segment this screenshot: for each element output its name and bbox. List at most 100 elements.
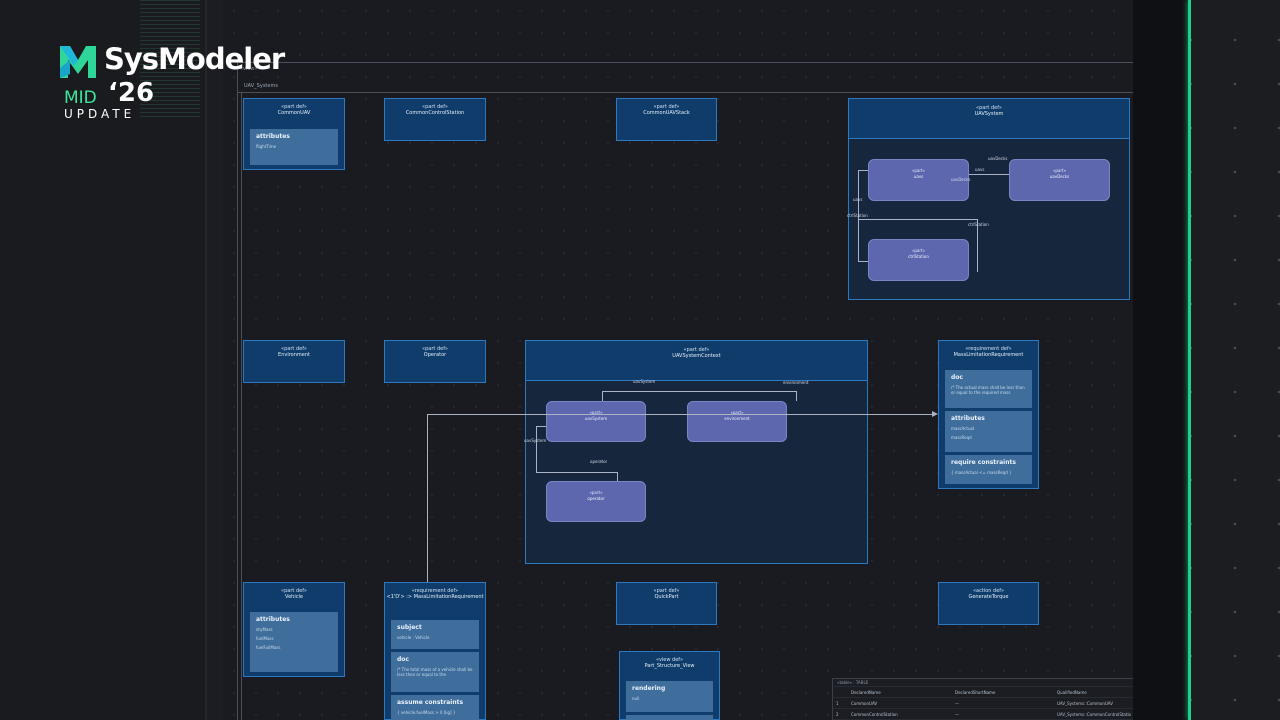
rendering-compartment[interactable]: rendering null [626,681,713,712]
table-cell: 1 [836,700,839,706]
block-environment[interactable]: «part def» Environment [243,340,345,383]
compartment-title: doc [951,374,963,381]
connector-system-environment[interactable] [602,391,797,401]
attribute-line: massReqd [951,435,972,440]
block-name: MassLimitationRequirement [953,352,1024,358]
block-name: Part_Structure_View [644,663,695,669]
compartment-title: require constraints [951,459,1016,466]
compartment-footer [626,715,713,720]
attribute-line: fuelFullMass [256,645,281,650]
compartment-title: attributes [256,133,290,140]
block-header: «part def» UAVSystem [849,99,1129,139]
table-cell: CommonControlStation [851,711,898,717]
table-header: DeclaredName [851,689,881,695]
connector-ctrl-loop[interactable] [858,219,978,272]
dependency-arrow[interactable] [427,414,934,584]
block-part-structure-view[interactable]: «view def» Part_Structure_View rendering… [619,651,720,720]
attributes-compartment[interactable]: attributes dryMass fuelMass fuelFullMass [250,612,338,672]
rendering-line: null [632,696,640,701]
part-stereotype: «part» [911,168,926,173]
constraint-text: { massActual <= massReqd } [951,470,1012,475]
attributes-compartment[interactable]: attributes flightTime [250,129,338,165]
block-mass-requirement[interactable]: «requirement def» MassLimitationRequirem… [938,340,1039,489]
connector-label: ctrlStation [847,213,868,218]
block-common-uav-stack[interactable]: «part def» CommonUAVStack [616,98,717,141]
right-dark-strip [1133,0,1190,720]
block-name: CommonControlStation [405,110,465,116]
table-cell: — [955,711,959,717]
connector-label: ctrlStation [968,222,989,227]
connector-label: uavSystem [633,379,656,384]
connector-label: uavs [975,167,985,172]
logo-wordmark: SysModeler [104,42,285,76]
attribute-line: massActual [951,426,975,431]
logo-year: ‘26 [108,78,155,108]
table-header: QualifiedName [1057,689,1087,695]
connector-label: uavs [853,197,863,202]
compartment-title: doc [397,656,409,663]
block-name: <1'D'> :> MassLimitationRequirement [386,594,484,600]
table-tag: «table» : TABLE [837,680,869,685]
compartment-title: attributes [951,415,985,422]
doc-compartment[interactable]: doc /* The total mass of a vehicle shall… [391,652,479,692]
constraints-compartment[interactable]: require constraints { massActual <= mass… [945,455,1032,484]
block-header: «part def» UAVSystemContext [526,341,867,381]
block-name: GenerateTorque [968,594,1009,600]
table-cell: — [955,700,959,706]
block-quick-part[interactable]: «part def» QuickPart [616,582,717,625]
attributes-compartment[interactable]: attributes massActual massReqd [945,411,1032,452]
attribute-line: dryMass [256,627,273,632]
package-frame-left [241,92,242,720]
block-name: QuickPart [654,594,679,600]
table-tag-row: «table» : TABLE [833,679,1133,687]
view-frame-top [237,62,1133,63]
connector-label: environment [783,380,809,385]
attribute-line: fuelMass [256,636,274,641]
table-view[interactable]: «table» : TABLE DeclaredName DeclaredSho… [832,678,1133,720]
constraint-text: { vehicle.fuelMass > 0 [kg] } [397,710,456,715]
table-cell: UAV_Systems::CommonControlStatio [1057,711,1131,717]
assume-compartment[interactable]: assume constraints { vehicle.fuelMass > … [391,695,479,720]
attribute-line: flightTime [256,144,277,149]
table-header-row: DeclaredName DeclaredShortName Qualified… [833,687,1133,698]
table-cell: CommonUAV [851,700,878,706]
compartment-title: rendering [632,685,666,692]
block-name: CommonUAVStack [643,110,690,116]
sysmodeler-logo: SysModeler MID ‘26 UPDATE [56,40,285,130]
block-common-control-station[interactable]: «part def» CommonControlStation [384,98,486,141]
block-name: Operator [423,352,447,358]
table-row[interactable]: 2 CommonControlStation — UAV_Systems::Co… [833,709,1133,720]
connector-label: uavDecks [951,177,971,182]
block-generate-torque[interactable]: «action def» GenerateTorque [938,582,1039,625]
doc-text: /* The total mass of a vehicle shall be … [397,667,473,677]
connector-uavs-decks[interactable] [969,174,1009,175]
compartment-title: attributes [256,616,290,623]
part-name: uavDecks [1049,174,1070,179]
part-uav-decks[interactable]: «part» uavDecks [1009,159,1110,201]
table-cell: 2 [836,711,839,717]
block-vehicle-mass-requirement[interactable]: «requirement def» <1'D'> :> MassLimitati… [384,582,486,720]
logo-update: UPDATE [64,107,136,121]
logo-mid: MID [64,88,97,108]
package-frame-top [237,92,1133,93]
table-row[interactable]: 1 CommonUAV — UAV_Systems::CommonUAV [833,698,1133,709]
compartment-title: assume constraints [397,699,464,706]
doc-text: /* The actual mass shall be less than or… [951,385,1025,395]
block-operator[interactable]: «part def» Operator [384,340,486,383]
connector-label: uavDecks [988,156,1008,161]
subject-compartment[interactable]: subject vehicle : Vehicle [391,620,479,649]
block-vehicle[interactable]: «part def» Vehicle attributes dryMass fu… [243,582,345,677]
subject-text: vehicle : Vehicle [397,635,430,640]
block-name: Vehicle [285,594,303,600]
view-frame-left [237,62,238,720]
block-name: UAVSystemContext [672,353,721,359]
table-header: DeclaredShortName [955,689,996,695]
table-cell: UAV_Systems::CommonUAV [1057,700,1113,706]
part-stereotype: «part» [1052,168,1067,173]
right-dotted-panel [1191,0,1280,720]
sysmodeler-logo-icon [60,46,96,78]
block-name: UAVSystem [974,111,1004,117]
block-name: Environment [278,352,310,358]
compartment-title: subject [397,624,422,631]
doc-compartment[interactable]: doc /* The actual mass shall be less tha… [945,370,1032,408]
